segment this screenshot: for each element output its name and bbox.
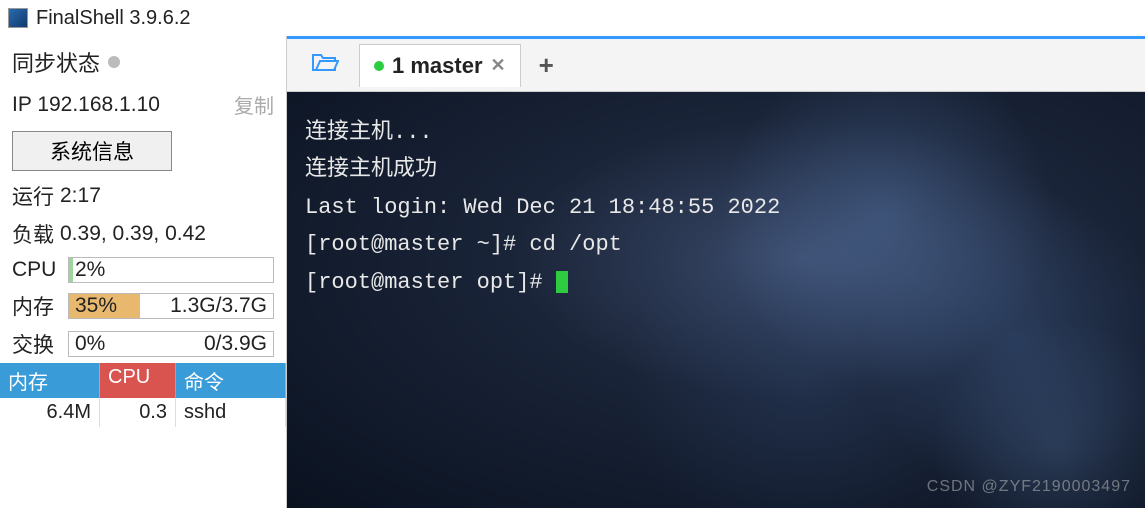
right-pane: 1 master ✕ + 连接主机... 连接主机成功 Last login: … bbox=[286, 36, 1145, 508]
ip-label-prefix: IP bbox=[12, 93, 31, 116]
swap-row: 交换 0% 0/3.9G bbox=[0, 325, 286, 363]
open-folder-button[interactable] bbox=[291, 43, 359, 87]
proc-row-cmd: sshd bbox=[176, 398, 286, 427]
proc-header-cmd[interactable]: 命令 bbox=[176, 363, 286, 398]
status-dot-icon bbox=[108, 56, 120, 68]
tab-master[interactable]: 1 master ✕ bbox=[359, 44, 521, 87]
tab-bar: 1 master ✕ + bbox=[287, 36, 1145, 92]
terminal-line: [root@master opt]# bbox=[305, 264, 1127, 301]
proc-row-cpu: 0.3 bbox=[100, 398, 176, 427]
cursor-icon bbox=[556, 271, 568, 293]
swap-percent: 0% bbox=[69, 332, 105, 356]
table-row[interactable]: 6.4M 0.3 sshd bbox=[0, 398, 286, 427]
swap-bar: 0% 0/3.9G bbox=[68, 331, 274, 357]
tab-label: 1 master bbox=[392, 53, 483, 79]
folder-open-icon bbox=[311, 51, 339, 73]
proc-header-mem[interactable]: 内存 bbox=[0, 363, 100, 398]
cpu-label: CPU bbox=[12, 258, 62, 282]
terminal-line: [root@master ~]# cd /opt bbox=[305, 226, 1127, 263]
terminal-line: 连接主机... bbox=[305, 114, 1127, 151]
swap-detail: 0/3.9G bbox=[204, 332, 267, 356]
cpu-percent: 2% bbox=[69, 258, 105, 282]
load-label: 负载 bbox=[12, 219, 54, 249]
sync-status-label: 同步状态 bbox=[12, 46, 100, 78]
terminal[interactable]: 连接主机... 连接主机成功 Last login: Wed Dec 21 18… bbox=[287, 92, 1145, 508]
memory-label: 内存 bbox=[12, 291, 62, 321]
copy-button[interactable]: 复制 bbox=[234, 90, 274, 119]
cpu-row: CPU 2% bbox=[0, 253, 286, 287]
memory-bar: 35% 1.3G/3.7G bbox=[68, 293, 274, 319]
cpu-bar: 2% bbox=[68, 257, 274, 283]
ip-value: 192.168.1.10 bbox=[37, 93, 160, 116]
swap-label: 交换 bbox=[12, 329, 62, 359]
system-info-button[interactable]: 系统信息 bbox=[12, 131, 172, 171]
ip-row: IP 192.168.1.10 复制 bbox=[0, 84, 286, 125]
watermark: CSDN @ZYF2190003497 bbox=[927, 473, 1131, 500]
sidebar: 同步状态 IP 192.168.1.10 复制 系统信息 运行 2:17 负载 … bbox=[0, 36, 286, 508]
uptime-row: 运行 2:17 bbox=[0, 177, 286, 215]
app-icon bbox=[8, 8, 28, 28]
memory-percent: 35% bbox=[69, 294, 117, 318]
connection-status-icon bbox=[374, 61, 384, 71]
proc-row-mem: 6.4M bbox=[0, 398, 100, 427]
load-row: 负载 0.39, 0.39, 0.42 bbox=[0, 215, 286, 253]
uptime-label: 运行 bbox=[12, 181, 54, 211]
process-table-header[interactable]: 内存 CPU 命令 bbox=[0, 363, 286, 398]
uptime-value: 2:17 bbox=[60, 184, 101, 208]
load-value: 0.39, 0.39, 0.42 bbox=[60, 222, 206, 246]
sync-status-row: 同步状态 bbox=[0, 40, 286, 84]
memory-row: 内存 35% 1.3G/3.7G bbox=[0, 287, 286, 325]
add-tab-button[interactable]: + bbox=[521, 50, 572, 81]
titlebar: FinalShell 3.9.6.2 bbox=[0, 0, 1145, 36]
memory-detail: 1.3G/3.7G bbox=[170, 294, 267, 318]
close-icon[interactable]: ✕ bbox=[491, 55, 506, 76]
proc-header-cpu[interactable]: CPU bbox=[100, 363, 176, 398]
app-title: FinalShell 3.9.6.2 bbox=[36, 7, 191, 30]
terminal-line: 连接主机成功 bbox=[305, 151, 1127, 188]
terminal-line: Last login: Wed Dec 21 18:48:55 2022 bbox=[305, 189, 1127, 226]
